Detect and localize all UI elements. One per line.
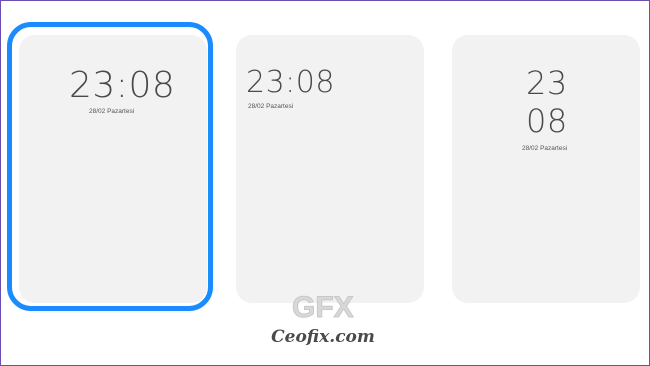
clock-style-card-2[interactable]: 23:08 28/02 Pazartesi (236, 35, 424, 303)
clock-date: 28/02 Pazartesi (522, 145, 568, 152)
watermark: GFX Ceofix.com (258, 285, 388, 355)
svg-text:GFX: GFX (292, 291, 354, 324)
clock-hour: 23 (526, 64, 568, 102)
clock-style-card-1[interactable]: 23:08 28/02 Pazartesi (19, 35, 207, 303)
clock-time: 23:08 (246, 65, 335, 100)
watermark-text: Ceofix.com (271, 327, 375, 347)
clock-time: 23:08 (69, 65, 176, 106)
watermark-logo-icon: GFX (292, 291, 355, 325)
clock-minute: 08 (526, 102, 568, 140)
clock-date: 28/02 Pazartesi (89, 108, 135, 115)
clock-style-card-3[interactable]: 23 08 28/02 Pazartesi (452, 35, 640, 303)
clock-date: 28/02 Pazartesi (248, 103, 294, 110)
